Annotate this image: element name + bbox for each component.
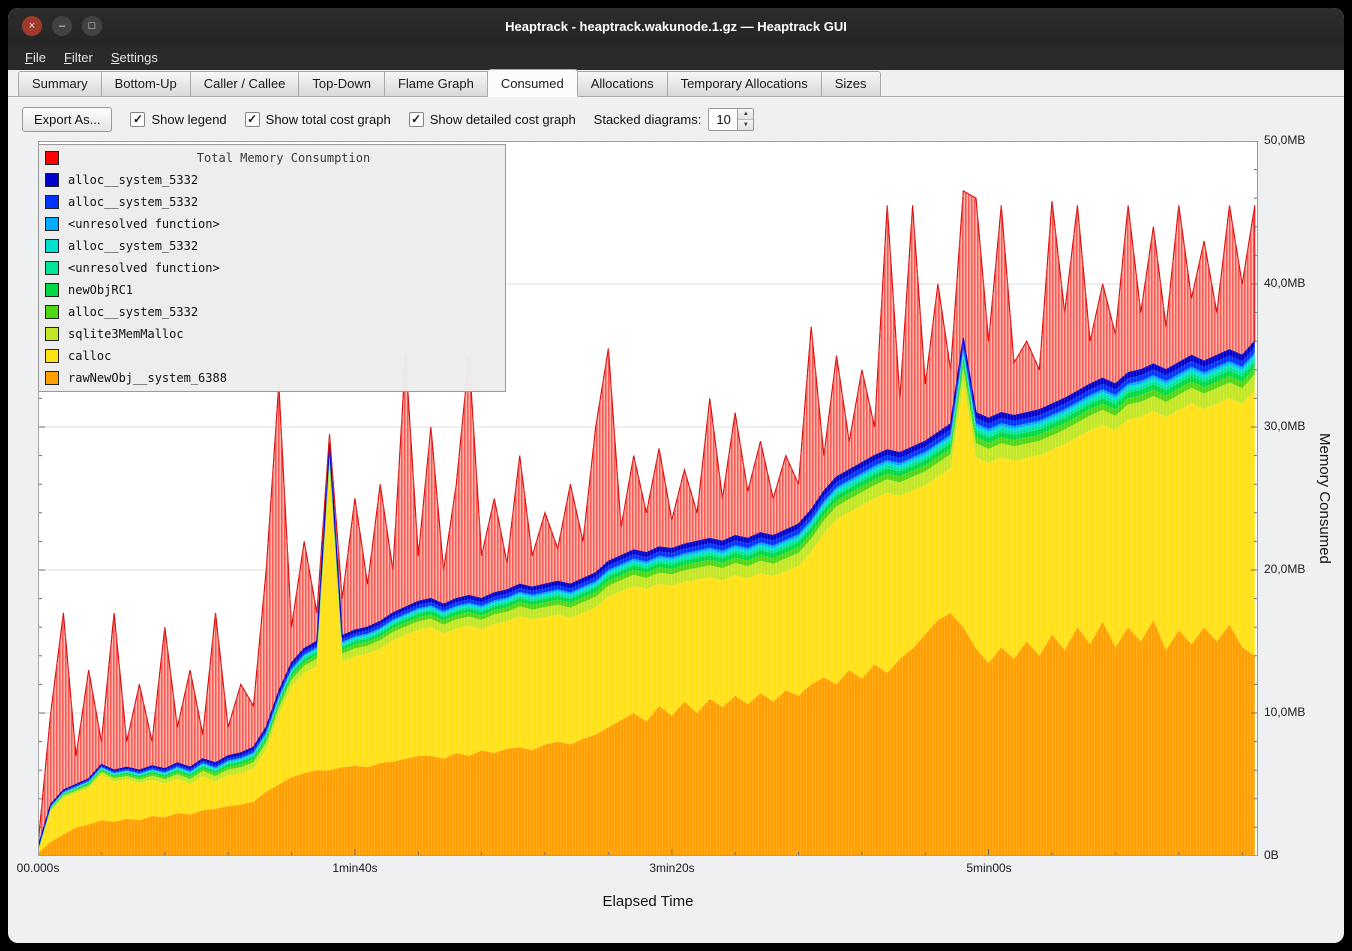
legend-swatch (45, 217, 59, 231)
checkbox-label: Show legend (151, 112, 226, 127)
legend-item: alloc__system_5332 (39, 191, 505, 213)
tab-consumed[interactable]: Consumed (488, 69, 578, 97)
x-tick-label: 00.000s (8, 861, 83, 875)
legend-swatch (45, 349, 59, 363)
y-tick-label: 10,0MB (1264, 705, 1305, 719)
memory-chart[interactable]: Total Memory Consumption alloc__system_5… (38, 141, 1258, 856)
checkbox-show-legend[interactable]: ✓ Show legend (130, 112, 226, 127)
legend-items: alloc__system_5332 alloc__system_5332 <unr… (39, 169, 505, 389)
checkbox-show-detailed-cost-graph[interactable]: ✓ Show detailed cost graph (409, 112, 576, 127)
stacked-diagrams-label: Stacked diagrams: (594, 112, 702, 127)
checkbox-box-icon[interactable]: ✓ (245, 112, 260, 127)
spinner-buttons: ▲ ▼ (737, 109, 753, 130)
legend-title: Total Memory Consumption (68, 151, 499, 165)
y-tick-label: 0B (1264, 848, 1279, 862)
tab-flame-graph[interactable]: Flame Graph (385, 71, 488, 96)
stacked-diagrams-spinner[interactable]: 10 ▲ ▼ (708, 108, 754, 131)
tab-temporary-allocations[interactable]: Temporary Allocations (668, 71, 822, 96)
export-as-button[interactable]: Export As... (22, 107, 112, 132)
x-tick-label: 3min20s (627, 861, 717, 875)
legend-item: rawNewObj__system_6388 (39, 367, 505, 389)
stacked-diagrams-value[interactable]: 10 (709, 109, 737, 130)
legend-swatch (45, 371, 59, 385)
legend-item: <unresolved function> (39, 257, 505, 279)
legend-label: alloc__system_5332 (68, 239, 198, 253)
checkbox-label: Show detailed cost graph (430, 112, 576, 127)
legend-title-row: Total Memory Consumption (39, 147, 505, 169)
legend-swatch (45, 283, 59, 297)
legend-total-swatch (45, 151, 59, 165)
legend-item: newObjRC1 (39, 279, 505, 301)
legend-label: newObjRC1 (68, 283, 133, 297)
close-icon[interactable]: × (22, 16, 42, 36)
legend-item: alloc__system_5332 (39, 169, 505, 191)
x-axis-title: Elapsed Time (38, 893, 1258, 910)
legend-label: alloc__system_5332 (68, 195, 198, 209)
checkbox-box-icon[interactable]: ✓ (130, 112, 145, 127)
y-tick-label: 30,0MB (1264, 419, 1305, 433)
legend-label: <unresolved function> (68, 261, 220, 275)
spinner-up-icon[interactable]: ▲ (738, 109, 753, 119)
maximize-icon[interactable]: □ (82, 16, 102, 36)
tab-allocations[interactable]: Allocations (578, 71, 668, 96)
legend-swatch (45, 261, 59, 275)
stacked-diagrams-control: Stacked diagrams: 10 ▲ ▼ (594, 108, 755, 131)
tab-caller-callee[interactable]: Caller / Callee (191, 71, 300, 96)
menu-settings[interactable]: Settings (102, 47, 167, 68)
x-tick-label: 5min00s (944, 861, 1034, 875)
menu-filter[interactable]: Filter (55, 47, 102, 68)
legend-item: alloc__system_5332 (39, 301, 505, 323)
y-axis-title: Memory Consumed (1316, 141, 1333, 856)
minimize-icon[interactable]: – (52, 16, 72, 36)
legend-label: alloc__system_5332 (68, 305, 198, 319)
x-axis-labels: 00.000s1min40s3min20s5min00s (38, 861, 1258, 877)
legend-swatch (45, 239, 59, 253)
app-window: ×–□ Heaptrack - heaptrack.wakunode.1.gz … (8, 8, 1344, 943)
tab-bar: SummaryBottom-UpCaller / CalleeTop-DownF… (8, 70, 1344, 97)
legend-label: <unresolved function> (68, 217, 220, 231)
checkbox-box-icon[interactable]: ✓ (409, 112, 424, 127)
toolbar: Export As... ✓ Show legend ✓ Show total cos… (8, 104, 1344, 134)
menu-file[interactable]: File (16, 47, 55, 68)
y-tick-label: 50,0MB (1264, 133, 1305, 147)
legend-swatch (45, 327, 59, 341)
legend-item: sqlite3MemMalloc (39, 323, 505, 345)
tab-summary[interactable]: Summary (18, 71, 102, 96)
legend-item: calloc (39, 345, 505, 367)
legend-label: sqlite3MemMalloc (68, 327, 184, 341)
menu-bar: FileFilterSettings (8, 44, 1344, 70)
x-tick-label: 1min40s (310, 861, 400, 875)
legend-label: alloc__system_5332 (68, 173, 198, 187)
spinner-down-icon[interactable]: ▼ (738, 119, 753, 130)
tab-top-down[interactable]: Top-Down (299, 71, 385, 96)
legend-item: <unresolved function> (39, 213, 505, 235)
legend-swatch (45, 195, 59, 209)
legend-swatch (45, 305, 59, 319)
window-controls: ×–□ (22, 8, 102, 44)
checkbox-show-total-cost-graph[interactable]: ✓ Show total cost graph (245, 112, 391, 127)
y-tick-label: 20,0MB (1264, 562, 1305, 576)
checkbox-label: Show total cost graph (266, 112, 391, 127)
tab-sizes[interactable]: Sizes (822, 71, 881, 96)
tab-bottom-up[interactable]: Bottom-Up (102, 71, 191, 96)
legend-item: alloc__system_5332 (39, 235, 505, 257)
legend-swatch (45, 173, 59, 187)
y-tick-label: 40,0MB (1264, 276, 1305, 290)
title-bar: ×–□ Heaptrack - heaptrack.wakunode.1.gz … (8, 8, 1344, 44)
legend-label: calloc (68, 349, 111, 363)
legend-label: rawNewObj__system_6388 (68, 371, 227, 385)
chart-legend: Total Memory Consumption alloc__system_5… (38, 144, 506, 392)
window-title: Heaptrack - heaptrack.wakunode.1.gz — He… (8, 19, 1344, 34)
toolbar-checkboxes: ✓ Show legend ✓ Show total cost graph ✓ Show … (130, 112, 575, 127)
